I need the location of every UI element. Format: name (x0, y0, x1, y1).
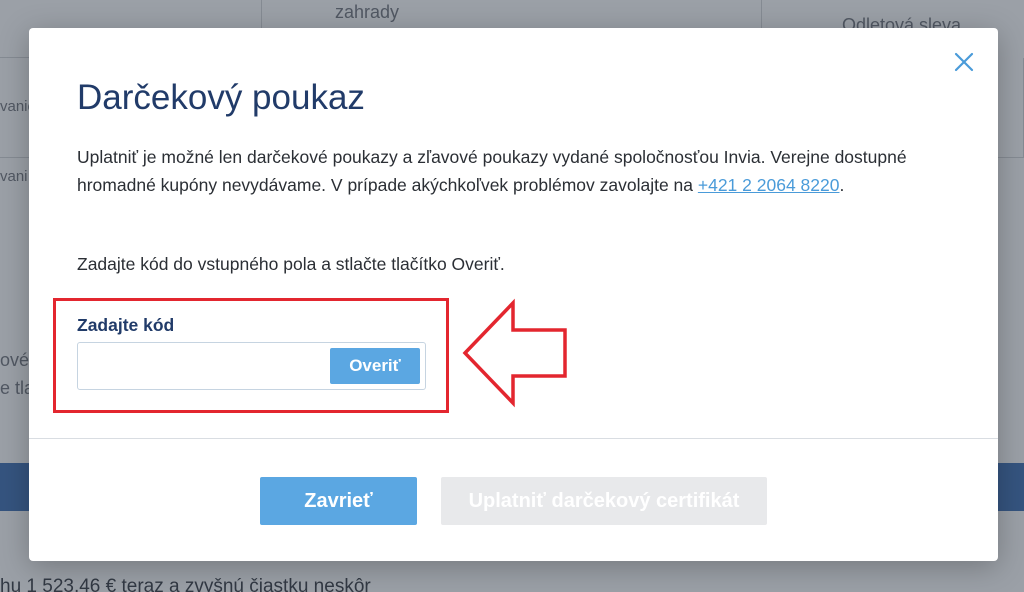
modal-title: Darčekový poukaz (77, 78, 365, 117)
close-icon-glyph (954, 52, 974, 72)
close-icon[interactable] (952, 50, 976, 74)
description-end: . (839, 175, 845, 195)
code-input-group: Overiť (77, 342, 426, 390)
modal-description: Uplatniť je možné len darčekové poukazy … (77, 143, 937, 199)
gift-voucher-modal: Darčekový poukaz Uplatniť je možné len d… (29, 28, 998, 561)
code-input[interactable] (78, 343, 328, 389)
close-button[interactable]: Zavrieť (260, 477, 417, 525)
modal-hint: Zadajte kód do vstupného pola a stlačte … (77, 254, 505, 274)
code-label: Zadajte kód (77, 315, 175, 335)
left-arrow-icon (462, 298, 567, 408)
phone-link[interactable]: +421 2 2064 8220 (698, 175, 840, 195)
verify-button[interactable]: Overiť (330, 348, 420, 384)
apply-voucher-button[interactable]: Uplatniť darčekový certifikát (441, 477, 767, 525)
footer-divider (29, 438, 998, 439)
